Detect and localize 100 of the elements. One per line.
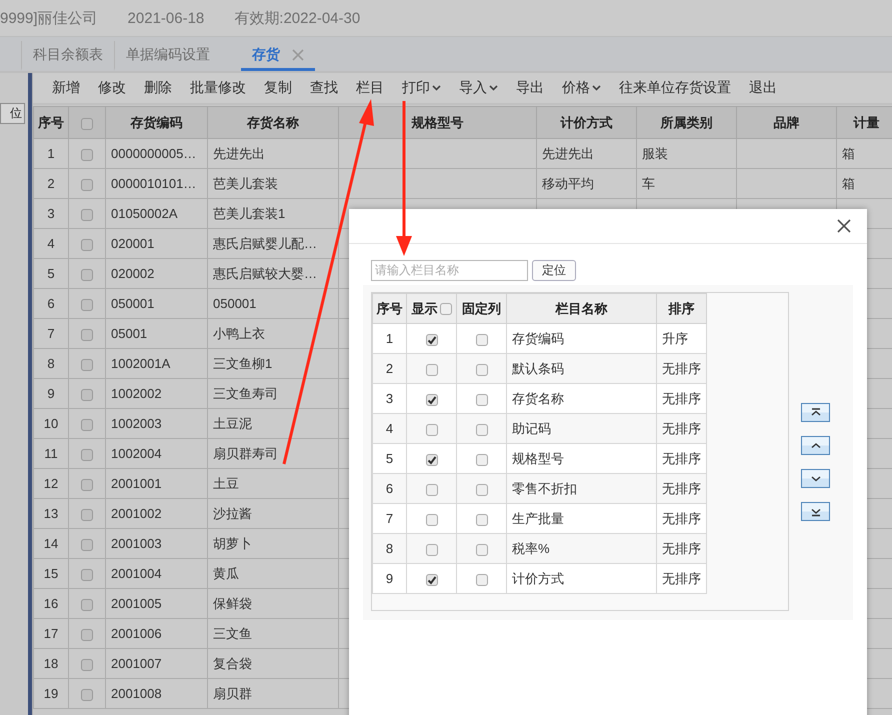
checkbox[interactable]	[81, 508, 93, 521]
table-cell: 先进先出	[536, 138, 636, 168]
table-cell: 惠氏启赋婴儿配…	[208, 228, 338, 258]
checkbox[interactable]	[476, 394, 488, 406]
checkbox[interactable]	[476, 484, 488, 496]
checkbox[interactable]	[426, 484, 438, 496]
toolbar-button[interactable]: 退出	[740, 75, 786, 101]
table-cell: 无排序	[656, 354, 706, 384]
checkbox[interactable]	[81, 688, 93, 701]
checkbox[interactable]	[426, 544, 438, 556]
table-cell: 2001003	[106, 528, 208, 558]
table-cell: 黄瓜	[208, 558, 338, 588]
checkbox[interactable]	[81, 178, 93, 191]
close-button[interactable]	[837, 219, 851, 233]
table-cell: 扇贝群	[208, 678, 338, 708]
table-cell: 无排序	[656, 534, 706, 564]
checkbox[interactable]	[81, 208, 93, 221]
checkbox[interactable]	[81, 568, 93, 581]
checkbox[interactable]	[426, 334, 438, 346]
toolbar-button[interactable]: 复制	[255, 75, 301, 101]
checkbox[interactable]	[476, 514, 488, 526]
search-field[interactable]: 请输入栏目名称	[371, 260, 528, 280]
checkbox[interactable]	[81, 118, 93, 130]
move-button[interactable]	[801, 469, 830, 488]
table-cell: 存货编码	[506, 324, 656, 354]
row-number: 19	[34, 678, 68, 708]
login-date: 2021-06-18	[128, 10, 204, 26]
locate-button[interactable]: 定位	[532, 260, 576, 280]
checkbox[interactable]	[81, 358, 93, 371]
checkbox[interactable]	[426, 514, 438, 526]
checkbox[interactable]	[476, 424, 488, 436]
row-number: 7	[34, 318, 68, 348]
checkbox[interactable]	[476, 574, 488, 586]
move-button[interactable]	[801, 502, 830, 521]
checkbox[interactable]	[81, 268, 93, 281]
table-cell: 箱	[836, 168, 892, 198]
toolbar-button[interactable]: 删除	[135, 75, 181, 101]
checkbox[interactable]	[81, 598, 93, 611]
move-button[interactable]	[801, 436, 830, 455]
checkbox[interactable]	[81, 448, 93, 461]
move-button[interactable]	[801, 403, 830, 422]
table-cell: 移动平均	[536, 168, 636, 198]
table-cell: 050001	[208, 288, 338, 318]
table-cell: 助记码	[506, 414, 656, 444]
checkbox[interactable]	[476, 454, 488, 466]
move-bottom-icon	[810, 506, 822, 517]
validity-date: 有效期:2022-04-30	[234, 8, 360, 28]
checkbox[interactable]	[81, 388, 93, 401]
row-number: 12	[34, 468, 68, 498]
checkbox[interactable]	[426, 394, 438, 406]
checkbox[interactable]	[440, 302, 452, 314]
table-cell: 1002002	[106, 378, 208, 408]
checkbox[interactable]	[426, 574, 438, 586]
checkbox[interactable]	[81, 478, 93, 491]
checkbox[interactable]	[81, 658, 93, 671]
row-number: 5	[34, 258, 68, 288]
checkbox[interactable]	[81, 538, 93, 551]
checkbox[interactable]	[81, 628, 93, 641]
row-number: 3	[372, 384, 406, 414]
table-cell: 胡萝卜	[208, 528, 338, 558]
checkbox[interactable]	[476, 364, 488, 376]
row-number: 6	[372, 474, 406, 504]
table-cell: 扇贝群寿司	[208, 438, 338, 468]
table-cell: 箱	[836, 138, 892, 168]
checkbox[interactable]	[426, 454, 438, 466]
table-cell: 车	[636, 168, 736, 198]
table-cell: 2001007	[106, 648, 208, 678]
row-number: 4	[372, 414, 406, 444]
checkbox[interactable]	[476, 544, 488, 556]
table-cell: 020002	[106, 258, 208, 288]
toolbar-button[interactable]: 新增	[43, 75, 89, 101]
toolbar-button[interactable]: 导入	[450, 75, 507, 101]
checkbox[interactable]	[81, 298, 93, 311]
toolbar-button[interactable]: 批量修改	[181, 75, 255, 101]
table-cell: 1002004	[106, 438, 208, 468]
table-cell: 无排序	[656, 414, 706, 444]
checkbox[interactable]	[81, 238, 93, 251]
toolbar-button[interactable]: 往来单位存货设置	[610, 75, 740, 101]
table-cell: 2001006	[106, 618, 208, 648]
toolbar-button[interactable]: 栏目	[347, 75, 393, 101]
table-cell: 三文鱼柳1	[208, 348, 338, 378]
company-name: 9999]丽佳公司	[0, 8, 98, 28]
column-header: 品牌	[736, 106, 836, 138]
locate-button[interactable]: 位	[0, 103, 25, 124]
toolbar-button[interactable]: 价格	[553, 75, 610, 101]
checkbox[interactable]	[426, 424, 438, 436]
checkbox[interactable]	[81, 148, 93, 161]
checkbox[interactable]	[476, 334, 488, 346]
toolbar-button[interactable]: 查找	[301, 75, 347, 101]
row-number: 7	[372, 504, 406, 534]
toolbar-button[interactable]: 打印	[393, 75, 450, 101]
table-cell: 01050002A	[106, 198, 208, 228]
checkbox[interactable]	[426, 364, 438, 376]
toolbar-button[interactable]: 修改	[89, 75, 135, 101]
checkbox[interactable]	[81, 418, 93, 431]
table-cell: 升序	[656, 324, 706, 354]
table-cell: 020001	[106, 228, 208, 258]
checkbox[interactable]	[81, 328, 93, 341]
toolbar-button[interactable]: 导出	[507, 75, 553, 101]
row-number: 1	[372, 324, 406, 354]
